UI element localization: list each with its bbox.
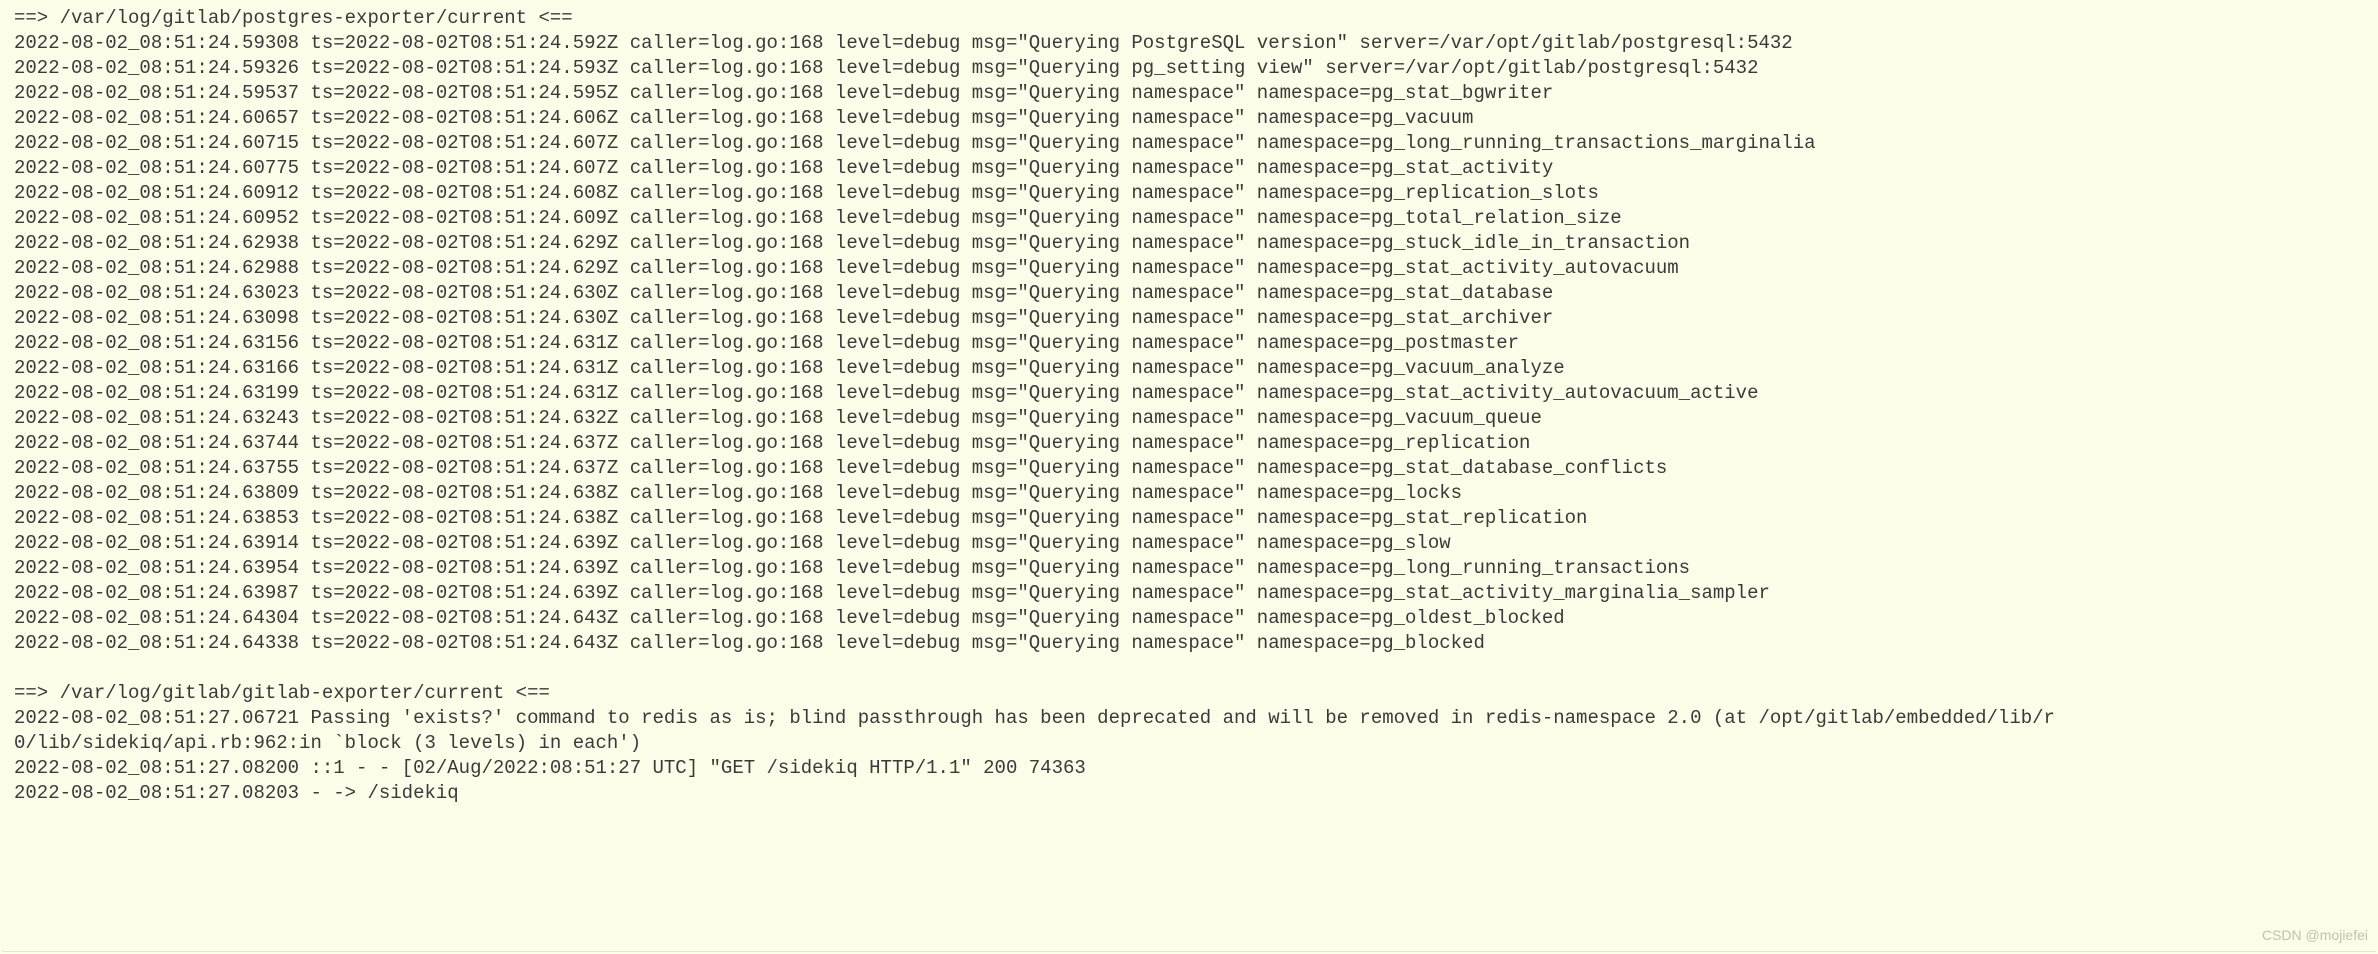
terminal-output[interactable]: ==> /var/log/gitlab/postgres-exporter/cu…: [0, 0, 2378, 806]
watermark-text: CSDN @mojiefei: [2262, 923, 2368, 948]
bottom-border: [2, 951, 2376, 952]
